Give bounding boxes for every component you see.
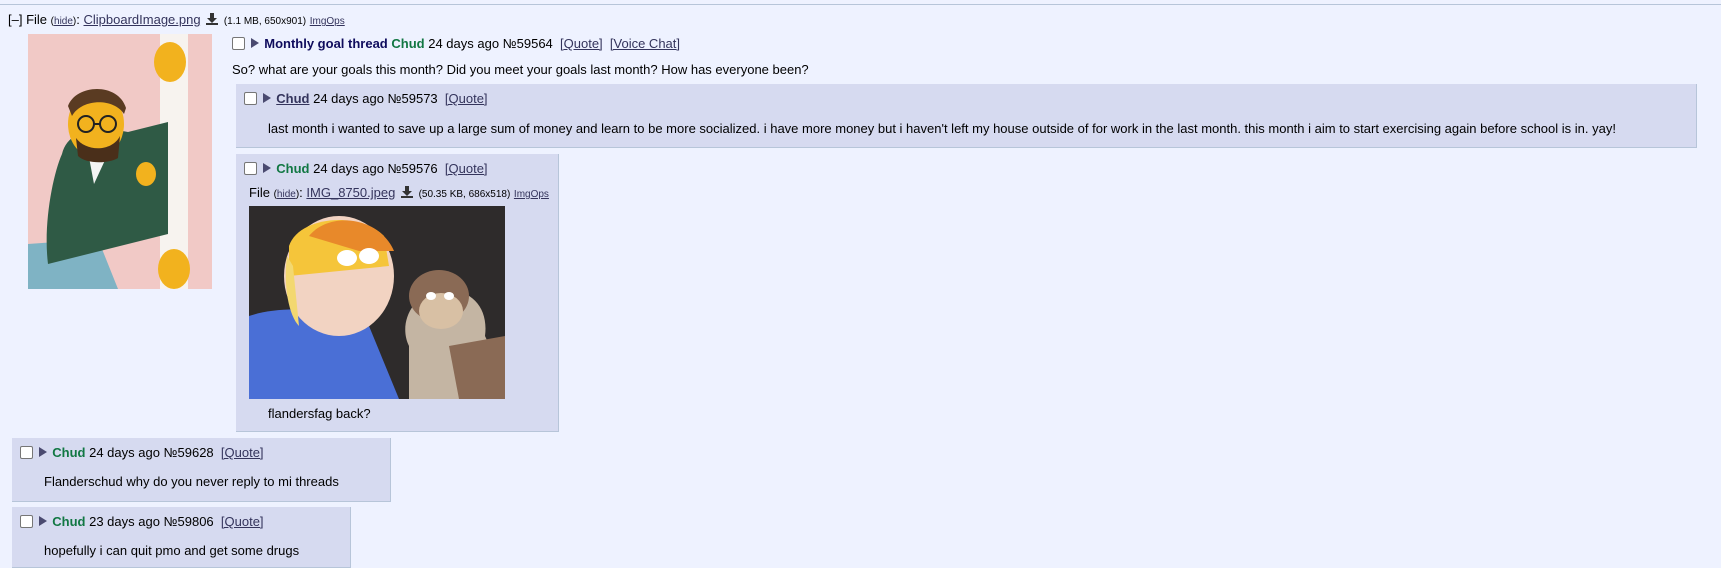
- reply-image[interactable]: [249, 206, 505, 399]
- file-label: File: [26, 12, 48, 27]
- op-select-checkbox[interactable]: [232, 37, 245, 50]
- reply-menu-arrow-icon[interactable]: [262, 93, 271, 103]
- thread-divider: [0, 4, 1721, 5]
- reply-poster-name[interactable]: Chud: [276, 91, 309, 106]
- reply-header: Chud 24 days ago №59628 [Quote]: [20, 445, 264, 460]
- reply-post: Chud 23 days ago №59806 [Quote] hopefull…: [12, 507, 351, 568]
- imgops-link[interactable]: ImgOps: [514, 189, 549, 200]
- op-poster-name: Chud: [391, 36, 425, 51]
- op-image-art: [28, 34, 212, 289]
- reply-header: Chud 24 days ago №59576 [Quote]: [244, 161, 488, 176]
- op-quote-link[interactable]: [Quote]: [560, 36, 603, 51]
- op-image[interactable]: [28, 34, 212, 289]
- reply-quote-link[interactable]: [Quote]: [221, 514, 264, 529]
- reply-file-info: File (hide): IMG_8750.jpeg (50.35 KB, 68…: [249, 185, 549, 200]
- reply-post: Chud 24 days ago №59573 [Quote] last mon…: [236, 84, 1697, 148]
- hide-image-link[interactable]: hide: [54, 16, 73, 27]
- reply-poster-name: Chud: [52, 514, 86, 529]
- reply-post-number[interactable]: №59628: [164, 445, 214, 460]
- reply-file-meta: (50.35 KB, 686x518): [418, 189, 511, 200]
- reply-header: Chud 24 days ago №59573 [Quote]: [244, 91, 488, 106]
- op-menu-arrow-icon[interactable]: [250, 38, 259, 48]
- file-label: File: [249, 185, 270, 200]
- reply-date: 24 days ago: [313, 161, 384, 176]
- reply-select-checkbox[interactable]: [244, 162, 257, 175]
- download-icon[interactable]: [400, 186, 413, 198]
- hide-image-link[interactable]: hide: [277, 189, 296, 200]
- reply-menu-arrow-icon[interactable]: [262, 163, 271, 173]
- op-post-date: 24 days ago: [428, 36, 500, 51]
- download-icon[interactable]: [206, 13, 219, 25]
- reply-image-art: [249, 206, 505, 399]
- reply-message: Flanderschud why do you never reply to m…: [44, 474, 339, 489]
- reply-date: 24 days ago: [89, 445, 160, 460]
- reply-menu-arrow-icon[interactable]: [38, 447, 47, 457]
- reply-quote-link[interactable]: [Quote]: [445, 91, 488, 106]
- reply-quote-link[interactable]: [Quote]: [221, 445, 264, 460]
- reply-quote-link[interactable]: [Quote]: [445, 161, 488, 176]
- reply-poster-name: Chud: [52, 445, 86, 460]
- reply-message: flandersfag back?: [268, 406, 371, 421]
- reply-filename-link[interactable]: IMG_8750.jpeg: [306, 185, 395, 200]
- op-voice-chat-link[interactable]: [Voice Chat]: [610, 36, 680, 51]
- op-message: So? what are your goals this month? Did …: [232, 62, 809, 77]
- thread-collapse-toggle[interactable]: [–]: [8, 12, 22, 27]
- reply-select-checkbox[interactable]: [20, 446, 33, 459]
- imgops-link[interactable]: ImgOps: [310, 16, 345, 27]
- reply-post: Chud 24 days ago №59628 [Quote] Flanders…: [12, 438, 391, 502]
- reply-post: Chud 24 days ago №59576 [Quote] File (hi…: [236, 154, 559, 432]
- reply-select-checkbox[interactable]: [244, 92, 257, 105]
- reply-post-number[interactable]: №59806: [164, 514, 214, 529]
- reply-menu-arrow-icon[interactable]: [38, 516, 47, 526]
- op-post-header: Monthly goal thread Chud 24 days ago №59…: [232, 36, 680, 51]
- reply-date: 24 days ago: [313, 91, 384, 106]
- reply-header: Chud 23 days ago №59806 [Quote]: [20, 514, 264, 529]
- reply-poster-name: Chud: [276, 161, 310, 176]
- op-subject: Monthly goal thread: [264, 36, 388, 51]
- op-filename-link[interactable]: ClipboardImage.png: [84, 12, 201, 27]
- reply-post-number[interactable]: №59573: [388, 91, 438, 106]
- op-post-number[interactable]: №59564: [503, 36, 553, 51]
- reply-message: hopefully i can quit pmo and get some dr…: [44, 543, 300, 558]
- reply-date: 23 days ago: [89, 514, 160, 529]
- op-file-meta: (1.1 MB, 650x901): [223, 16, 307, 27]
- reply-message: last month i wanted to save up a large s…: [268, 121, 1616, 136]
- reply-select-checkbox[interactable]: [20, 515, 33, 528]
- op-file-info: [–] File (hide): ClipboardImage.png (1.1…: [8, 12, 345, 27]
- reply-post-number[interactable]: №59576: [388, 161, 438, 176]
